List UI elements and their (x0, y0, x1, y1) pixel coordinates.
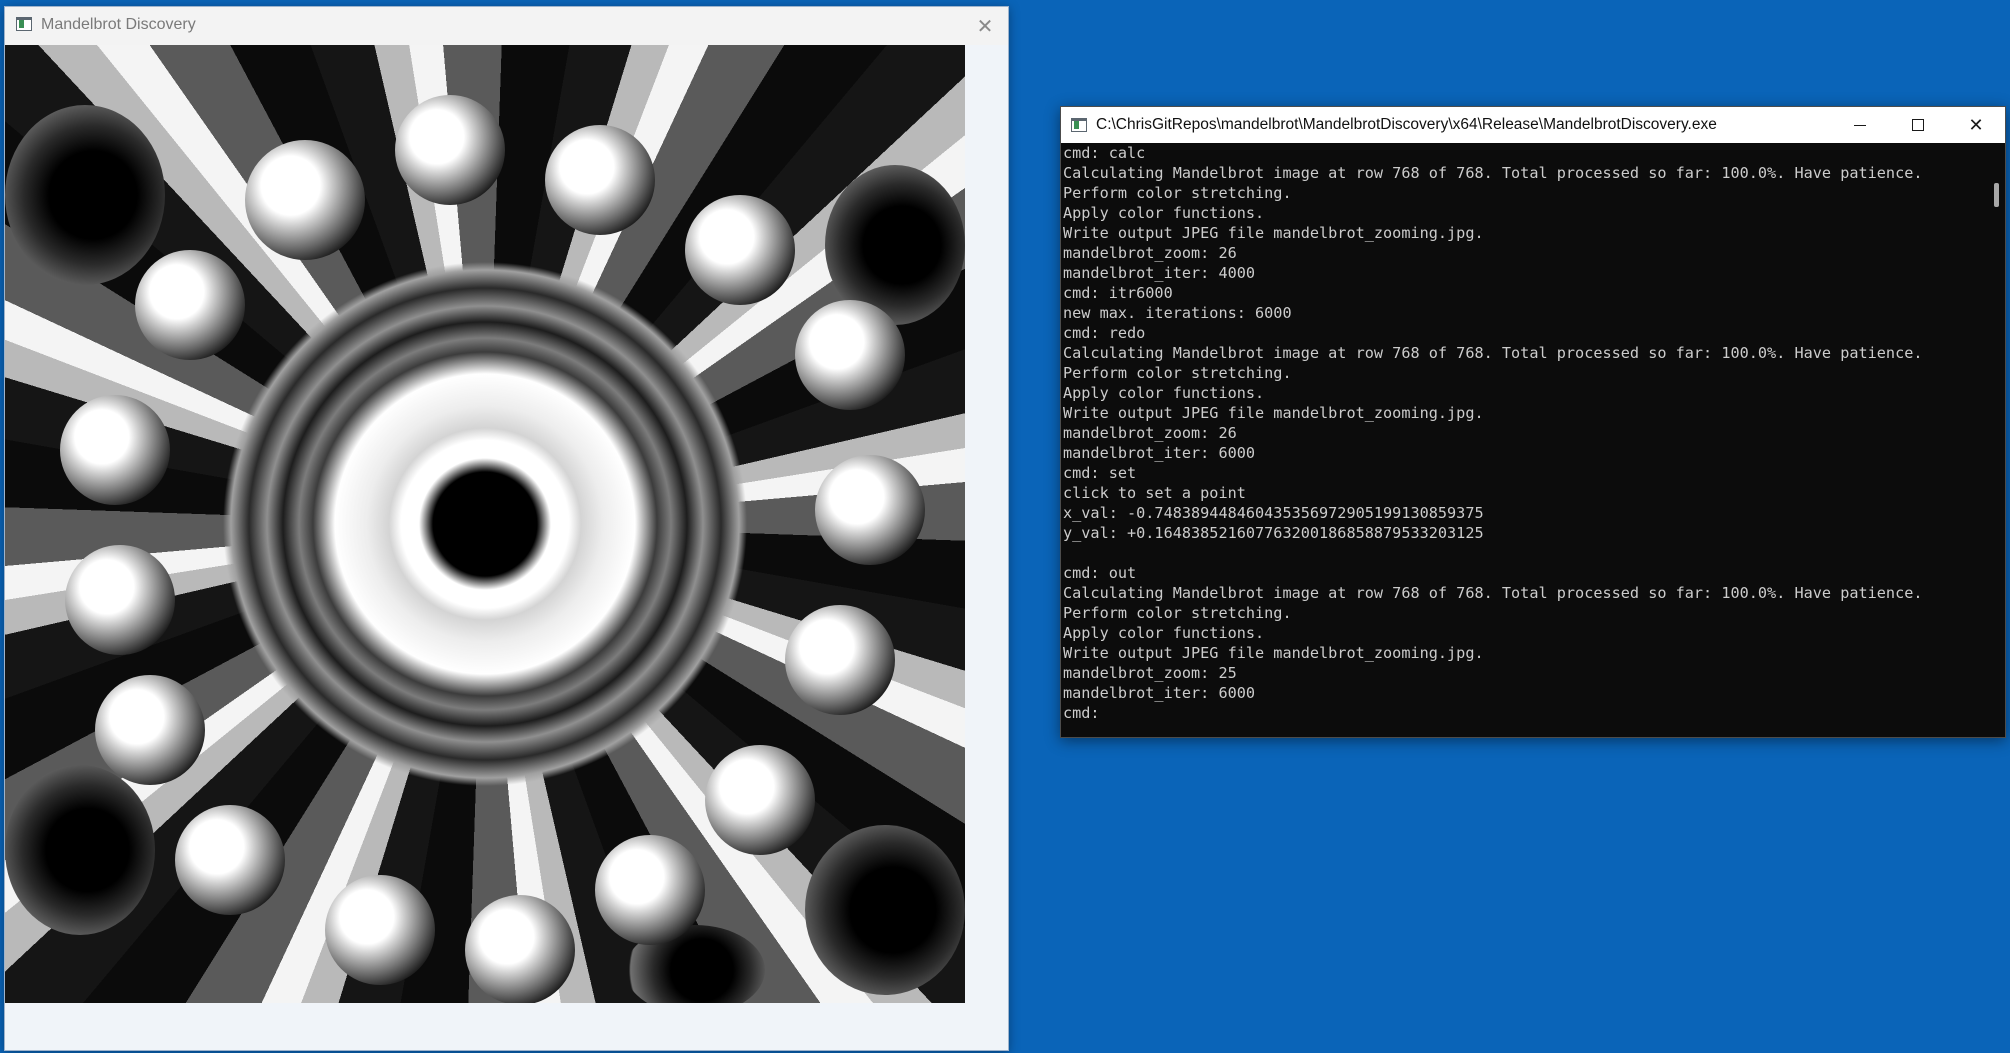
mandelbrot-window-title: Mandelbrot Discovery (41, 16, 196, 33)
fractal-spiral (465, 895, 575, 1003)
scrollbar-thumb[interactable] (1994, 183, 1999, 207)
fractal-spiral (595, 835, 705, 945)
fractal-spiral (815, 455, 925, 565)
console-line: Write output JPEG file mandelbrot_zoomin… (1063, 224, 1484, 242)
console-line: Perform color stretching. (1063, 364, 1292, 382)
desktop: Mandelbrot Discovery ✕ C:\ChrisGitRepos\… (0, 0, 2010, 1053)
fractal-spiral (60, 395, 170, 505)
console-line: cmd: calc (1063, 144, 1146, 162)
console-titlebar[interactable]: C:\ChrisGitRepos\mandelbrot\MandelbrotDi… (1061, 107, 2005, 143)
console-window-title: C:\ChrisGitRepos\mandelbrot\MandelbrotDi… (1096, 116, 1717, 133)
fractal-spiral (545, 125, 655, 235)
console-app-icon (1071, 118, 1087, 132)
console-output[interactable]: cmd: calc Calculating Mandelbrot image at… (1061, 143, 1985, 737)
console-line: Calculating Mandelbrot image at row 768 … (1063, 164, 1923, 182)
fractal-spiral (395, 95, 505, 205)
close-icon: ✕ (1968, 114, 1984, 136)
console-line: Perform color stretching. (1063, 184, 1292, 202)
maximize-button[interactable] (1889, 107, 1947, 143)
fractal-dark-region (5, 105, 165, 285)
fractal-spiral (785, 605, 895, 715)
console-line: mandelbrot_iter: 6000 (1063, 444, 1256, 462)
console-line: mandelbrot_iter: 4000 (1063, 264, 1256, 282)
console-line: mandelbrot_zoom: 26 (1063, 424, 1237, 442)
mandelbrot-window-footer (5, 1003, 1008, 1050)
fractal-spiral (175, 805, 285, 915)
minimize-button[interactable] (1831, 107, 1889, 143)
console-line: mandelbrot_iter: 6000 (1063, 684, 1256, 702)
mandelbrot-discovery-window: Mandelbrot Discovery ✕ (4, 6, 1009, 1051)
console-line: Apply color functions. (1063, 204, 1265, 222)
console-line: click to set a point (1063, 484, 1246, 502)
mandelbrot-fractal-canvas[interactable] (5, 45, 965, 1003)
console-line: cmd: (1063, 704, 1100, 722)
window-app-icon (16, 17, 32, 31)
console-line: Apply color functions. (1063, 384, 1265, 402)
close-icon[interactable]: ✕ (962, 7, 1008, 45)
console-line: new max. iterations: 6000 (1063, 304, 1292, 322)
console-line: Calculating Mandelbrot image at row 768 … (1063, 344, 1923, 362)
console-line: cmd: redo (1063, 324, 1146, 342)
fractal-dark-region (805, 825, 965, 995)
close-button[interactable]: ✕ (1947, 107, 2005, 143)
console-line: Perform color stretching. (1063, 604, 1292, 622)
console-line: Calculating Mandelbrot image at row 768 … (1063, 584, 1923, 602)
console-line: Write output JPEG file mandelbrot_zoomin… (1063, 404, 1484, 422)
console-line: Apply color functions. (1063, 624, 1265, 642)
console-line: x_val: -0.748389448460435356972905199130… (1063, 504, 1484, 522)
console-line: mandelbrot_zoom: 25 (1063, 664, 1237, 682)
console-line: y_val: +0.164838521607763200186858879533… (1063, 524, 1484, 542)
fractal-spiral (705, 745, 815, 855)
fractal-spiral (325, 875, 435, 985)
console-line: cmd: out (1063, 564, 1137, 582)
console-line: cmd: set (1063, 464, 1137, 482)
fractal-spiral (95, 675, 205, 785)
fractal-dark-region (5, 765, 155, 935)
fractal-spiral (135, 250, 245, 360)
fractal-spiral (795, 300, 905, 410)
console-window: C:\ChrisGitRepos\mandelbrot\MandelbrotDi… (1060, 106, 2006, 738)
fractal-spiral (685, 195, 795, 305)
maximize-icon (1912, 119, 1924, 131)
console-line: Write output JPEG file mandelbrot_zoomin… (1063, 644, 1484, 662)
minimize-icon (1854, 124, 1866, 126)
fractal-spiral (245, 140, 365, 260)
console-line: cmd: itr6000 (1063, 284, 1173, 302)
console-line: mandelbrot_zoom: 26 (1063, 244, 1237, 262)
fractal-spiral (65, 545, 175, 655)
mandelbrot-window-titlebar[interactable]: Mandelbrot Discovery ✕ (5, 7, 1008, 45)
console-scrollbar[interactable] (1985, 143, 2005, 737)
